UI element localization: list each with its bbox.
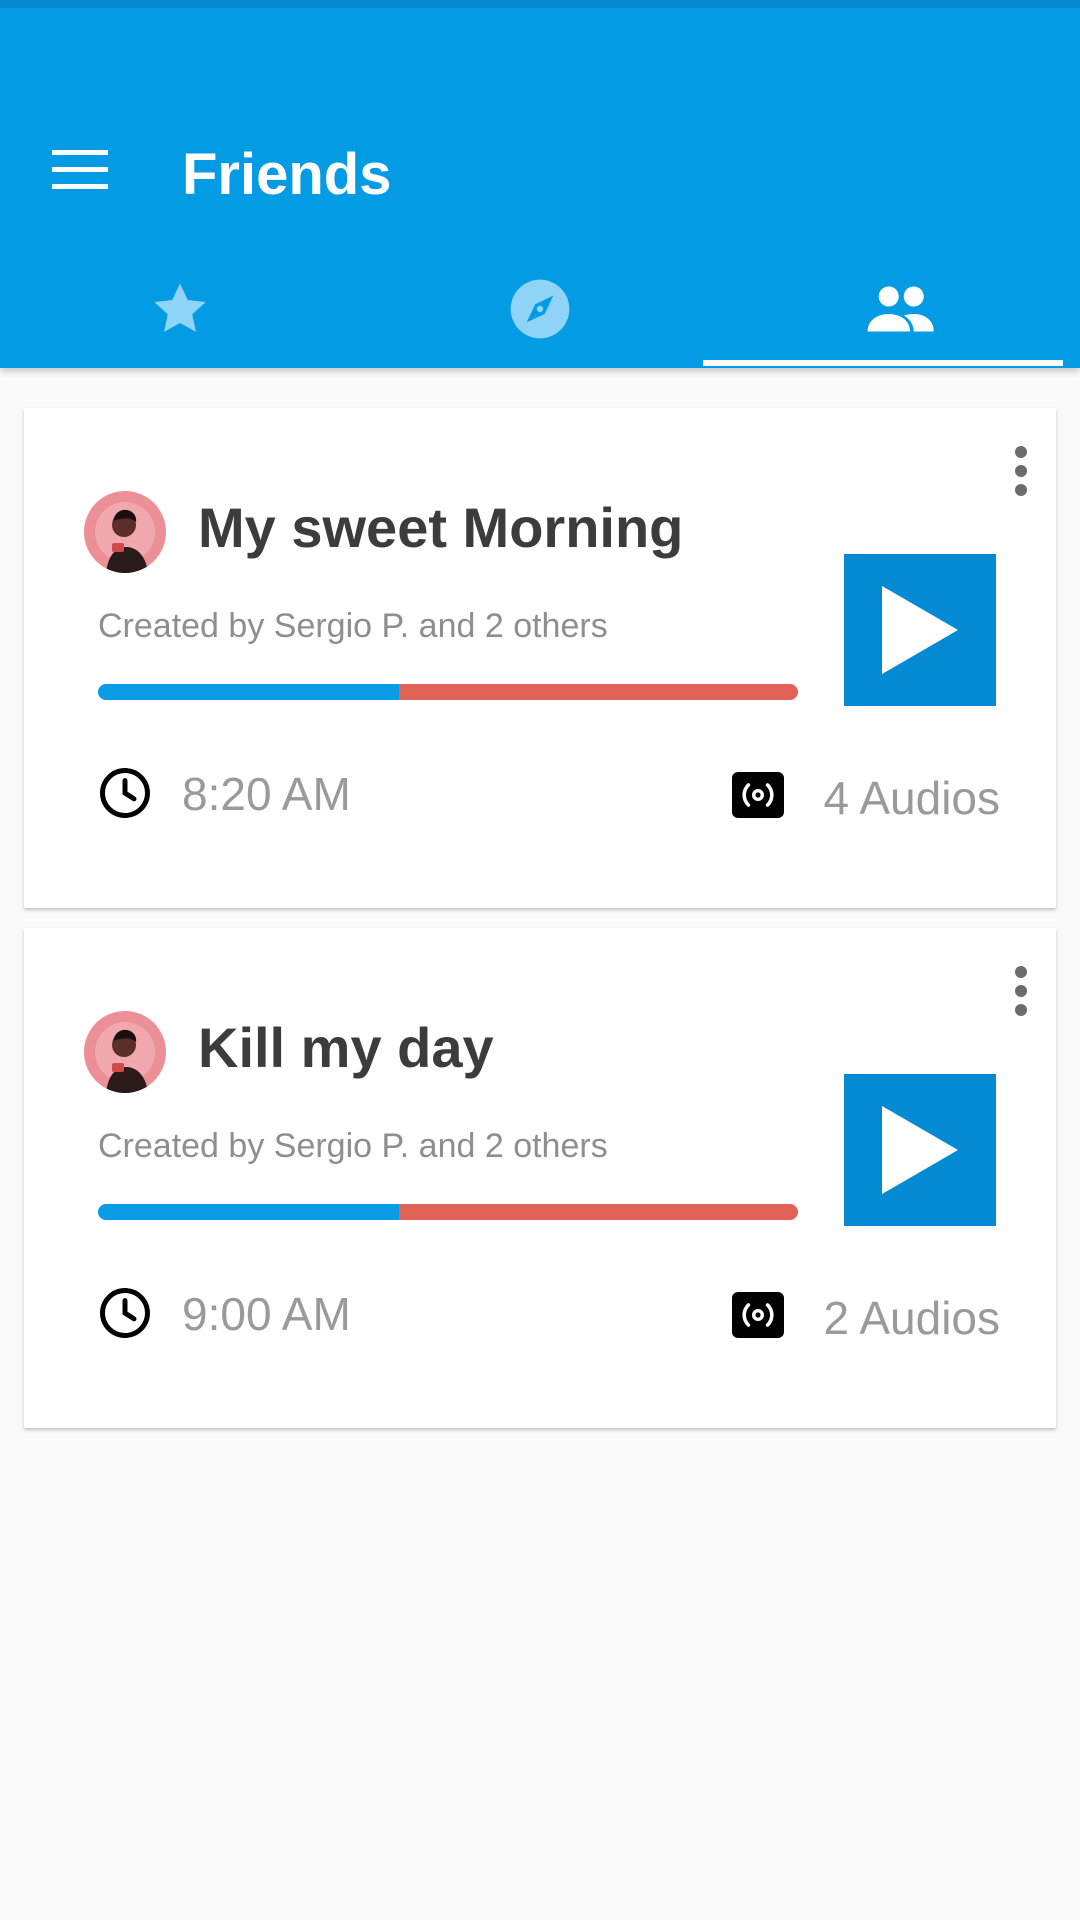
card-title: Kill my day (198, 1016, 494, 1079)
speaker-audio-icon (732, 1292, 784, 1338)
people-icon (867, 286, 934, 332)
avatar (84, 1011, 166, 1093)
app-bar: Friends (0, 0, 1080, 368)
card-overflow-menu-button[interactable] (996, 956, 1046, 1026)
play-icon (882, 1106, 958, 1194)
progress-fill-rest (399, 684, 798, 700)
alarm-card[interactable]: My sweet Morning Created by Sergio P. an… (24, 408, 1056, 908)
card-subtitle: Created by Sergio P. and 2 others (98, 607, 608, 645)
card-title: My sweet Morning (198, 496, 684, 559)
tab-friends[interactable] (720, 250, 1080, 368)
tab-explore[interactable] (360, 250, 720, 368)
status-bar-strip (0, 0, 1080, 8)
clock-icon (100, 1288, 150, 1338)
play-button[interactable] (844, 1074, 996, 1226)
play-button[interactable] (844, 554, 996, 706)
audio-count: 4 Audios (823, 772, 1000, 824)
menu-button[interactable] (30, 120, 130, 220)
more-vertical-icon (1015, 966, 1027, 1016)
compass-icon (510, 279, 570, 339)
selected-tab-indicator (703, 360, 1063, 366)
card-time: 8:20 AM (182, 768, 351, 820)
avatar-image (84, 1011, 166, 1093)
card-time: 9:00 AM (182, 1288, 351, 1340)
audio-count: 2 Audios (823, 1292, 1000, 1344)
more-vertical-icon (1015, 446, 1027, 496)
card-overflow-menu-button[interactable] (996, 436, 1046, 506)
speaker-audio-icon (732, 772, 784, 818)
star-icon (154, 283, 206, 332)
progress-fill-rest (399, 1204, 798, 1220)
alarm-card[interactable]: Kill my day Created by Sergio P. and 2 o… (24, 928, 1056, 1428)
tab-bar (0, 250, 1080, 368)
progress-bar (98, 684, 798, 700)
tab-favorites[interactable] (0, 250, 360, 368)
clock-icon (100, 768, 150, 818)
avatar (84, 491, 166, 573)
card-subtitle: Created by Sergio P. and 2 others (98, 1127, 608, 1165)
progress-fill-done (98, 684, 399, 700)
progress-bar (98, 1204, 798, 1220)
page-title: Friends (182, 142, 392, 207)
play-icon (882, 586, 958, 674)
avatar-image (84, 491, 166, 573)
hamburger-menu-icon (52, 150, 108, 189)
progress-fill-done (98, 1204, 399, 1220)
